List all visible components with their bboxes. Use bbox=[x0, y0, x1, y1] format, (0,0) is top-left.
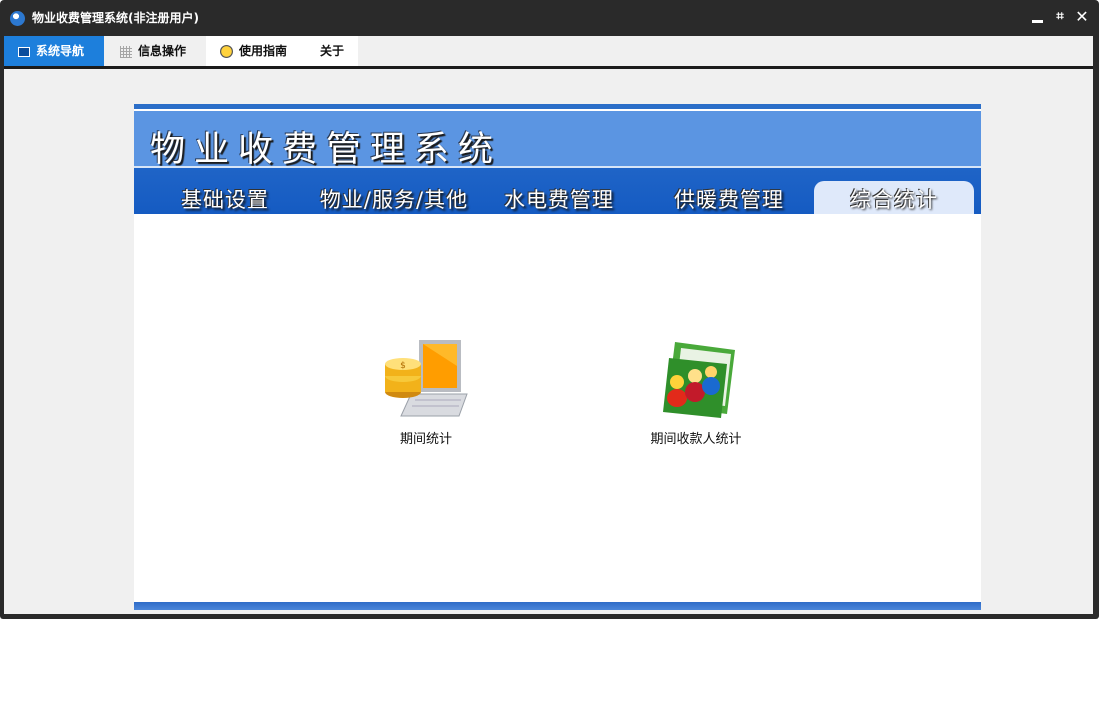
launcher-label: 期间统计 bbox=[399, 432, 452, 447]
app-window: 物业收费管理系统(非注册用户) ⌗ ✕ 系统导航 信息操作 使用指南 关于 物业… bbox=[0, 0, 1099, 619]
tab-property-services[interactable]: 物业/服务/其他 bbox=[314, 181, 474, 214]
menu-info-operation[interactable]: 信息操作 bbox=[120, 36, 186, 66]
period-payee-statistics-launcher[interactable]: 期间收款人统计 bbox=[628, 336, 764, 447]
launcher-label: 期间收款人统计 bbox=[650, 432, 742, 447]
menu-label: 使用指南 bbox=[239, 44, 288, 58]
tab-statistics[interactable]: 综合统计 bbox=[814, 181, 974, 214]
tab-utilities[interactable]: 水电费管理 bbox=[484, 181, 634, 214]
menu-label: 关于 bbox=[319, 44, 344, 58]
tab-heating[interactable]: 供暖费管理 bbox=[654, 181, 804, 214]
restore-button[interactable]: ⌗ bbox=[1052, 8, 1068, 26]
tab-basic-settings[interactable]: 基础设置 bbox=[150, 181, 300, 214]
app-logo-icon bbox=[10, 11, 25, 26]
menu-about[interactable]: 关于 bbox=[306, 36, 358, 66]
menu-label: 信息操作 bbox=[138, 44, 187, 58]
menu-label: 系统导航 bbox=[36, 44, 85, 58]
monitor-icon bbox=[18, 46, 30, 57]
help-globe-icon bbox=[220, 45, 233, 58]
title-bar[interactable]: 物业收费管理系统(非注册用户) ⌗ ✕ bbox=[0, 0, 1099, 36]
period-statistics-launcher[interactable]: $ 期间统计 bbox=[363, 336, 489, 447]
svg-text:$: $ bbox=[400, 361, 406, 371]
coins-laptop-icon: $ bbox=[385, 340, 468, 417]
menu-system-navigation[interactable]: 系统导航 bbox=[4, 36, 104, 66]
tab-content bbox=[134, 214, 981, 602]
menu-bar: 系统导航 信息操作 使用指南 关于 bbox=[4, 36, 1093, 66]
close-button[interactable]: ✕ bbox=[1074, 8, 1090, 26]
system-title: 物业收费管理系统 bbox=[150, 130, 503, 170]
header-banner: 物业收费管理系统 bbox=[134, 104, 981, 170]
navigation-panel: 物业收费管理系统 基础设置 物业/服务/其他 水电费管理 供暖费管理 综合统计 bbox=[134, 104, 981, 610]
panel-footer-bar bbox=[134, 602, 981, 610]
minimize-button[interactable] bbox=[1030, 8, 1046, 26]
window-title: 物业收费管理系统(非注册用户) bbox=[32, 11, 199, 25]
menu-user-guide[interactable]: 使用指南 bbox=[206, 36, 306, 66]
module-tab-bar: 基础设置 物业/服务/其他 水电费管理 供暖费管理 综合统计 bbox=[134, 168, 981, 214]
people-folder-icon bbox=[663, 342, 735, 418]
grid-icon bbox=[120, 45, 132, 58]
